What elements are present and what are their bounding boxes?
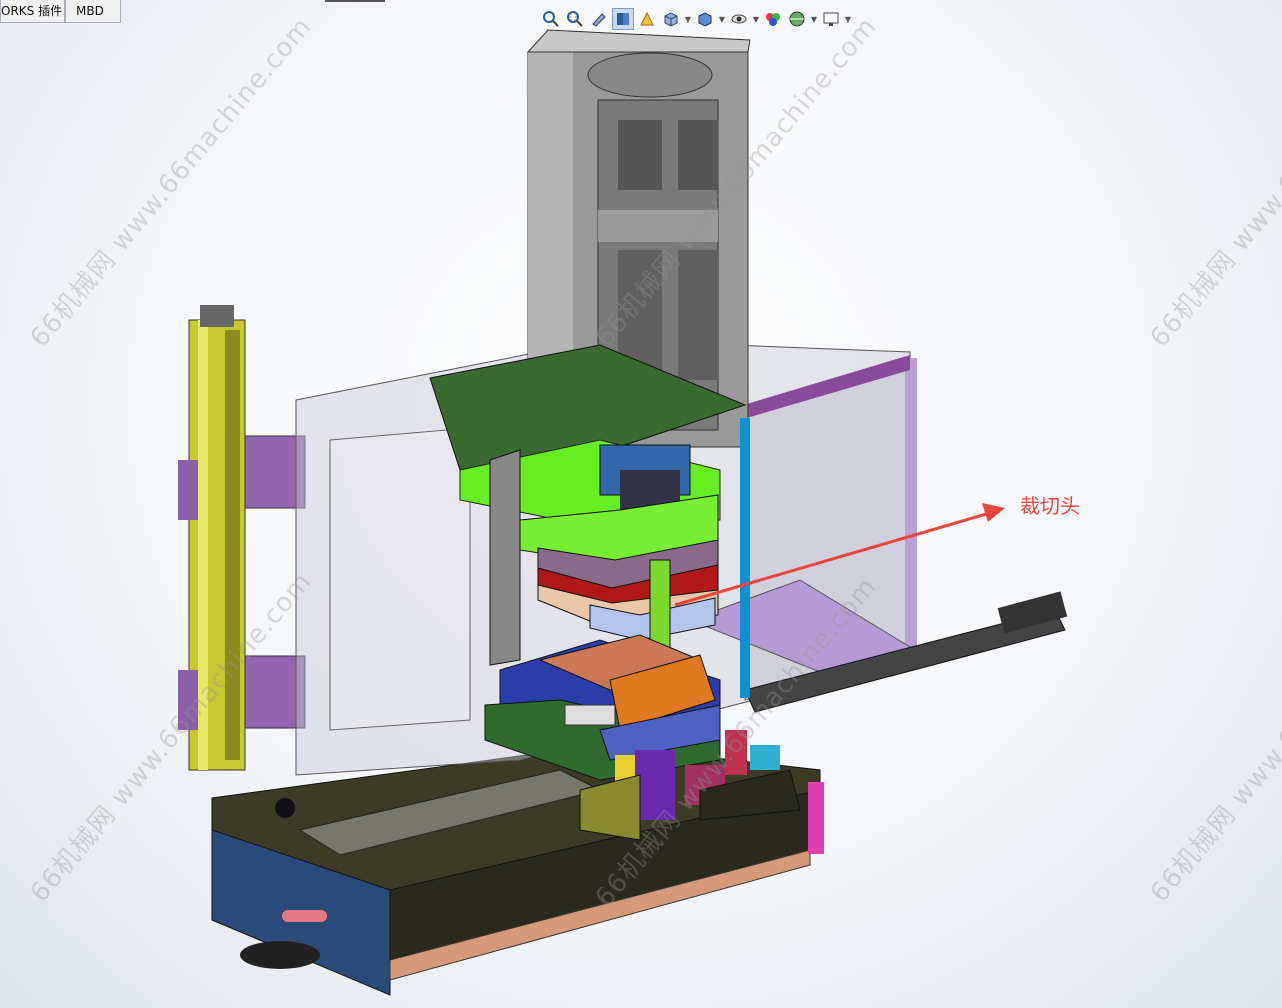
view-settings-icon[interactable] (820, 8, 842, 30)
chevron-down-icon[interactable]: ▼ (844, 8, 852, 30)
chevron-down-icon[interactable]: ▼ (718, 8, 726, 30)
zoom-area-icon[interactable] (564, 8, 586, 30)
light-curtain (178, 305, 246, 771)
callout-arrowhead (982, 503, 1005, 522)
section-view-icon[interactable] (612, 8, 634, 30)
chevron-down-icon[interactable]: ▼ (810, 8, 818, 30)
tab-solidworks-addins[interactable]: ORKS 插件 (0, 0, 65, 23)
view-orientation-icon[interactable] (660, 8, 682, 30)
cyan-post (740, 418, 750, 698)
tab-mbd[interactable]: MBD (65, 0, 121, 23)
command-tabs: ORKS 插件 MBD (0, 0, 121, 24)
edit-appearance-icon[interactable] (762, 8, 784, 30)
callout-label-cutting-head: 裁切头 (1020, 494, 1080, 518)
dynamic-annotation-icon[interactable] (636, 8, 658, 30)
zoom-to-fit-icon[interactable] (540, 8, 562, 30)
apply-scene-icon[interactable] (786, 8, 808, 30)
display-style-icon[interactable] (694, 8, 716, 30)
cad-assembly-model[interactable] (0, 0, 1282, 1008)
chevron-down-icon[interactable]: ▼ (752, 8, 760, 30)
graphics-viewport[interactable]: ORKS 插件 MBD ▼ ▼ ▼ ▼ ▼ 裁切头 66机械网 www.66ma… (0, 0, 1282, 1008)
hide-show-icon[interactable] (728, 8, 750, 30)
chevron-down-icon[interactable]: ▼ (684, 8, 692, 30)
previous-view-icon[interactable] (588, 8, 610, 30)
heads-up-view-toolbar: ▼ ▼ ▼ ▼ ▼ (540, 5, 852, 33)
